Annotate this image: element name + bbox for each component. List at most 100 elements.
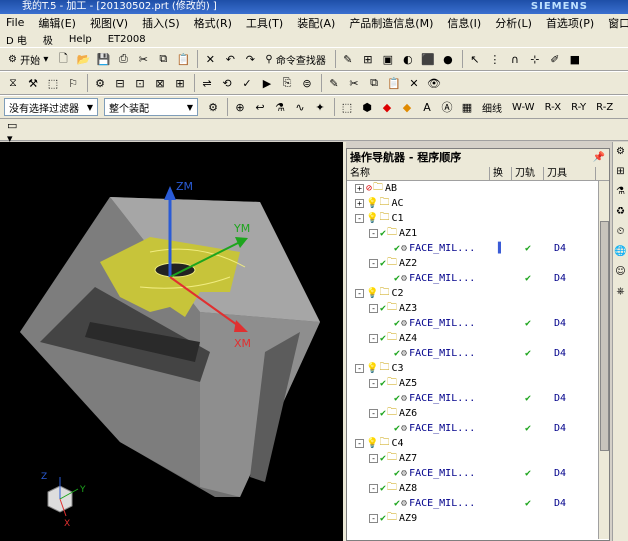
- collapse-icon[interactable]: -: [355, 289, 364, 298]
- snap-icon[interactable]: ⊹: [526, 50, 544, 68]
- create-tool-icon[interactable]: ⚒: [24, 74, 42, 92]
- menu-item[interactable]: 视图(V): [90, 15, 128, 31]
- tree-row[interactable]: - 💡 🗀 C1: [347, 211, 609, 226]
- tree-row[interactable]: + 💡 🗀 AC: [347, 196, 609, 211]
- column-header[interactable]: 刀具: [544, 167, 596, 180]
- menu-item[interactable]: 极: [43, 32, 53, 47]
- assembly-tab-icon[interactable]: ⊞: [613, 162, 628, 182]
- collapse-icon[interactable]: -: [369, 409, 378, 418]
- history-tab-icon[interactable]: ⏲: [613, 222, 628, 242]
- cube-icon[interactable]: ⬛: [419, 50, 437, 68]
- scroll-thumb[interactable]: [600, 221, 609, 451]
- curve-icon[interactable]: ∿: [291, 98, 309, 116]
- copy-object-icon[interactable]: ⧉: [365, 74, 383, 92]
- start-button[interactable]: ⚙ 开始 ▾: [4, 50, 52, 68]
- expand-icon[interactable]: +: [355, 199, 364, 208]
- collapse-icon[interactable]: -: [369, 304, 378, 313]
- layer-icon[interactable]: ▣: [379, 50, 397, 68]
- edit-icon[interactable]: ✎: [339, 50, 357, 68]
- arrow-icon[interactable]: ↩: [251, 98, 269, 116]
- menu-item[interactable]: File: [6, 16, 24, 29]
- collapse-icon[interactable]: -: [369, 514, 378, 523]
- simulate-icon[interactable]: ▶: [258, 74, 276, 92]
- paste-icon[interactable]: 📋: [174, 50, 192, 68]
- print-icon[interactable]: ⎙: [114, 50, 132, 68]
- web-tab-icon[interactable]: 🌐: [613, 242, 628, 262]
- view-button[interactable]: R-X: [541, 98, 566, 116]
- assembly-scope-dropdown[interactable]: 整个装配 ▼: [104, 98, 198, 116]
- tree-row[interactable]: - ✔ 🗀 AZ6: [347, 406, 609, 421]
- tree-row[interactable]: ✔ ⚙ FACE_MIL... ✔ D4: [347, 466, 609, 481]
- display-object-icon[interactable]: 👁: [425, 74, 443, 92]
- create-operation-icon[interactable]: ⚙: [91, 74, 109, 92]
- menu-item[interactable]: 分析(L): [495, 15, 532, 31]
- menu-item[interactable]: 信息(I): [447, 15, 481, 31]
- collapse-icon[interactable]: -: [369, 229, 378, 238]
- collapse-icon[interactable]: -: [355, 364, 364, 373]
- box-select-icon[interactable]: ⬚: [338, 98, 356, 116]
- undo-icon[interactable]: ↶: [221, 50, 239, 68]
- tree-row[interactable]: - 💡 🗀 C4: [347, 436, 609, 451]
- text-icon[interactable]: A: [418, 98, 436, 116]
- tree-row[interactable]: ✔ ⚙ FACE_MIL... ✔ D4: [347, 496, 609, 511]
- part-tab-icon[interactable]: ⚗: [613, 182, 628, 202]
- menu-item[interactable]: 首选项(P): [546, 15, 594, 31]
- new-file-icon[interactable]: 🗋: [54, 50, 72, 68]
- layout-icon[interactable]: ▭ ▾: [6, 119, 24, 145]
- collapse-icon[interactable]: -: [369, 484, 378, 493]
- generate-path-icon[interactable]: ⇌: [198, 74, 216, 92]
- delete-object-icon[interactable]: ✕: [405, 74, 423, 92]
- column-header[interactable]: 名称: [347, 167, 490, 180]
- menu-item[interactable]: 格式(R): [194, 15, 232, 31]
- reuse-tab-icon[interactable]: ♻: [613, 202, 628, 222]
- system-tab-icon[interactable]: ⎈: [613, 282, 628, 302]
- paste-object-icon[interactable]: 📋: [385, 74, 403, 92]
- collapse-icon[interactable]: -: [369, 454, 378, 463]
- program-view-icon[interactable]: ⊟: [111, 74, 129, 92]
- tree-row[interactable]: - 💡 🗀 C3: [347, 361, 609, 376]
- tree-row[interactable]: ✔ ⚙ FACE_MIL... ✔ D4: [347, 316, 609, 331]
- tree-row[interactable]: ✔ ⚙ FACE_MIL... ✔ D4: [347, 346, 609, 361]
- tree-row[interactable]: - ✔ 🗀 AZ2: [347, 256, 609, 271]
- cut-object-icon[interactable]: ✂: [345, 74, 363, 92]
- tree-row[interactable]: + ⊘ 🗀 AB: [347, 181, 609, 196]
- sphere-icon[interactable]: ●: [439, 50, 457, 68]
- shaded-icon[interactable]: ⬢: [358, 98, 376, 116]
- menu-item[interactable]: 产品制造信息(M): [349, 15, 433, 31]
- menu-item[interactable]: 编辑(E): [38, 15, 76, 31]
- edit-object-icon[interactable]: ✎: [325, 74, 343, 92]
- copy-icon[interactable]: ⧉: [154, 50, 172, 68]
- view-button[interactable]: 细线: [478, 98, 506, 116]
- tree-row[interactable]: - ✔ 🗀 AZ7: [347, 451, 609, 466]
- menu-item[interactable]: Help: [69, 34, 92, 45]
- create-method-icon[interactable]: ⚐: [64, 74, 82, 92]
- magnet-icon[interactable]: ∩: [506, 50, 524, 68]
- text-edit-icon[interactable]: Ⓐ: [438, 98, 456, 116]
- expand-icon[interactable]: +: [355, 184, 364, 193]
- feature-icon[interactable]: ⚗: [271, 98, 289, 116]
- collapse-icon[interactable]: -: [369, 379, 378, 388]
- navigator-scrollbar[interactable]: [598, 181, 609, 539]
- menu-item[interactable]: 工具(T): [246, 15, 283, 31]
- graphics-viewport[interactable]: ZM YM XM Z Y X: [0, 142, 343, 541]
- tree-row[interactable]: - ✔ 🗀 AZ5: [347, 376, 609, 391]
- redo-icon[interactable]: ↷: [241, 50, 259, 68]
- red-cube-icon[interactable]: ◆: [378, 98, 396, 116]
- command-finder-button[interactable]: ⚲ 命令查找器: [261, 50, 330, 68]
- orange-cube-icon[interactable]: ◆: [398, 98, 416, 116]
- column-header[interactable]: 刀轨: [512, 167, 544, 180]
- postprocess-icon[interactable]: ⎘: [278, 74, 296, 92]
- point-icon[interactable]: ✦: [311, 98, 329, 116]
- method-view-icon[interactable]: ⊞: [171, 74, 189, 92]
- tree-row[interactable]: - ✔ 🗀 AZ3: [347, 301, 609, 316]
- tree-row[interactable]: - 💡 🗀 C2: [347, 286, 609, 301]
- menu-item[interactable]: 窗口(O): [608, 15, 628, 31]
- tree-row[interactable]: - ✔ 🗀 AZ8: [347, 481, 609, 496]
- roles-tab-icon[interactable]: ☺: [613, 262, 628, 282]
- tree-icon[interactable]: ⊞: [359, 50, 377, 68]
- navigator-tab-icon[interactable]: ⚙: [613, 142, 628, 162]
- create-geometry-icon[interactable]: ⬚: [44, 74, 62, 92]
- pin-icon[interactable]: 📌: [593, 149, 605, 167]
- collapse-icon[interactable]: -: [369, 259, 378, 268]
- tree-row[interactable]: - ✔ 🗀 AZ4: [347, 331, 609, 346]
